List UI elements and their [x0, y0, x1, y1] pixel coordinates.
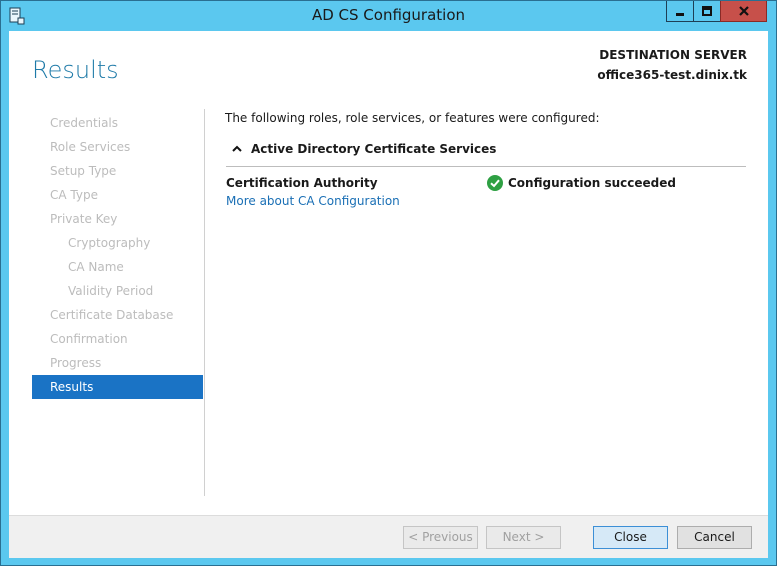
nav-item-confirmation[interactable]: Confirmation — [32, 327, 203, 351]
cancel-button[interactable]: Cancel — [677, 526, 752, 549]
nav-item-certificate-database[interactable]: Certificate Database — [32, 303, 203, 327]
wizard-nav: Credentials Role Services Setup Type CA … — [32, 111, 203, 399]
maximize-button[interactable] — [693, 1, 721, 22]
window-title: AD CS Configuration — [311, 6, 466, 24]
section-divider — [226, 166, 746, 167]
maximize-icon — [702, 6, 712, 16]
minimize-icon — [676, 13, 684, 16]
nav-item-credentials[interactable]: Credentials — [32, 111, 203, 135]
nav-item-ca-name[interactable]: CA Name — [32, 255, 203, 279]
status-result: Configuration succeeded — [487, 175, 676, 191]
close-icon — [738, 6, 749, 16]
title-bar[interactable]: AD CS Configuration — [1, 1, 776, 31]
window-controls — [666, 1, 767, 23]
results-intro-text: The following roles, role services, or f… — [225, 111, 600, 125]
status-text: Configuration succeeded — [508, 176, 676, 190]
nav-item-validity-period[interactable]: Validity Period — [32, 279, 203, 303]
close-window-button[interactable] — [720, 1, 767, 22]
chevron-up-icon — [232, 145, 242, 152]
button-bar: < Previous Next > Close Cancel — [9, 515, 768, 558]
nav-item-setup-type[interactable]: Setup Type — [32, 159, 203, 183]
nav-item-results[interactable]: Results — [32, 375, 203, 399]
nav-item-cryptography[interactable]: Cryptography — [32, 231, 203, 255]
destination-server-label: DESTINATION SERVER — [599, 48, 747, 62]
nav-item-private-key[interactable]: Private Key — [32, 207, 203, 231]
destination-server-value: office365-test.dinix.tk — [597, 68, 747, 82]
nav-divider — [204, 109, 205, 496]
minimize-button[interactable] — [666, 1, 694, 22]
nav-item-role-services[interactable]: Role Services — [32, 135, 203, 159]
nav-item-ca-type[interactable]: CA Type — [32, 183, 203, 207]
nav-item-progress[interactable]: Progress — [32, 351, 203, 375]
role-name: Certification Authority — [226, 176, 378, 190]
success-check-icon — [487, 175, 503, 191]
dialog-content: Results DESTINATION SERVER office365-tes… — [9, 31, 768, 558]
next-button[interactable]: Next > — [486, 526, 561, 549]
previous-button[interactable]: < Previous — [403, 526, 478, 549]
dialog-window: AD CS Configuration Results DESTINATION … — [0, 0, 777, 566]
section-title: Active Directory Certificate Services — [251, 142, 497, 156]
close-button[interactable]: Close — [593, 526, 668, 549]
page-title: Results — [32, 56, 119, 84]
more-about-ca-link[interactable]: More about CA Configuration — [226, 194, 400, 208]
section-header[interactable]: Active Directory Certificate Services — [229, 142, 496, 156]
